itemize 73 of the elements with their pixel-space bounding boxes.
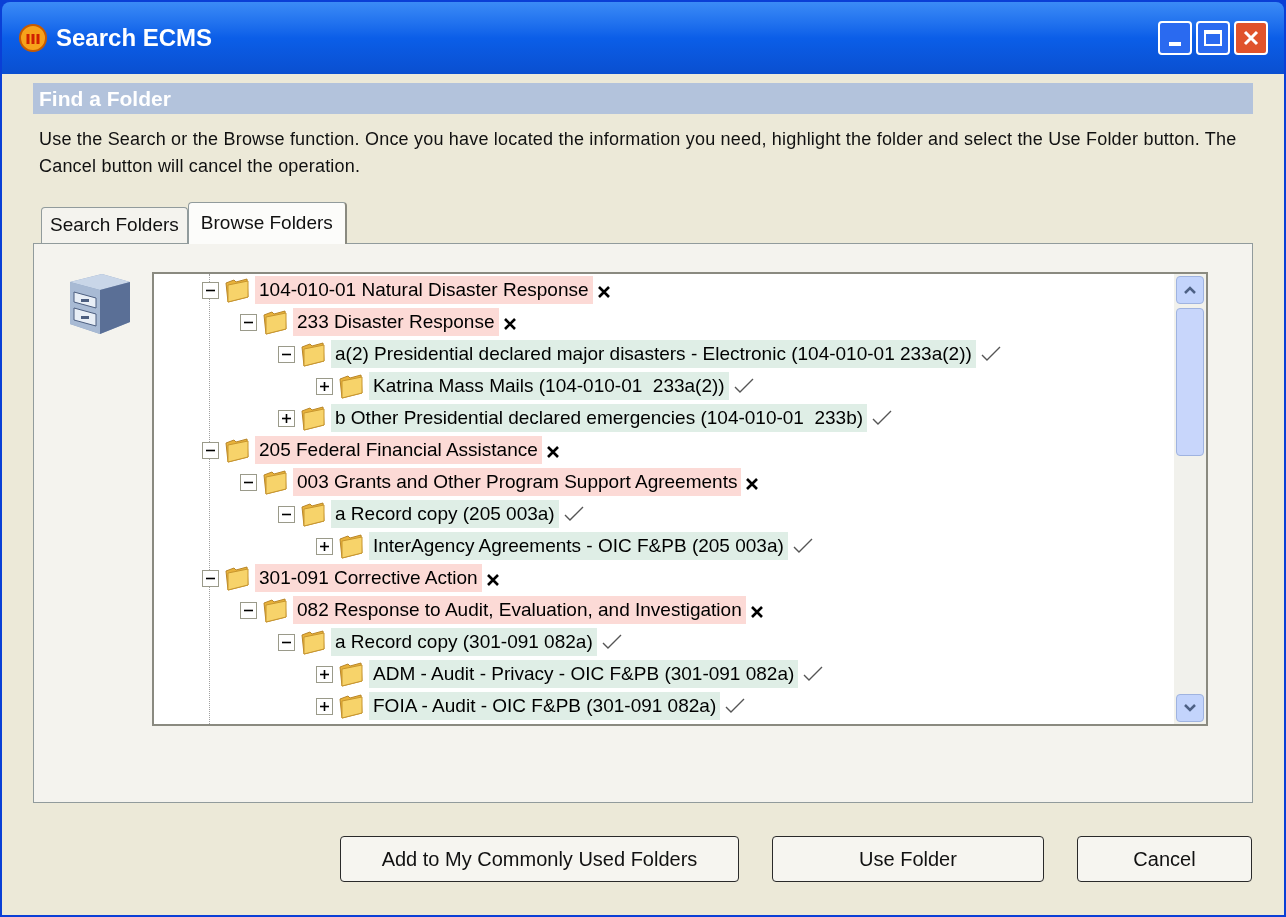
section-title: Find a Folder (39, 85, 171, 112)
expand-icon[interactable] (316, 697, 333, 715)
collapse-icon[interactable] (202, 569, 219, 587)
folder-label[interactable]: 003 Grants and Other Program Support Agreements (293, 468, 742, 496)
folder-icon (299, 500, 327, 528)
check-icon (791, 537, 814, 555)
folder-label[interactable]: a Record copy (205 003a) (331, 500, 559, 528)
close-icon (1242, 29, 1260, 47)
folder-icon (299, 340, 327, 368)
folder-label[interactable]: 205 Federal Financial Assistance (255, 436, 542, 464)
dialog-button[interactable]: Cancel (1077, 836, 1252, 882)
folder-icon (299, 404, 327, 432)
folder-label[interactable]: Katrina Mass Mails (104-010-01 233a(2)) (369, 372, 729, 400)
cross-icon (545, 445, 560, 459)
expand-icon[interactable] (316, 665, 333, 683)
folder-icon (261, 468, 289, 496)
folder-icon (223, 276, 251, 304)
check-icon (600, 633, 623, 651)
collapse-icon[interactable] (278, 505, 295, 523)
folder-icon (337, 660, 365, 688)
dialog-button[interactable]: Add to My Commonly Used Folders (340, 836, 739, 882)
scroll-up-button[interactable] (1176, 276, 1204, 304)
check-icon (871, 409, 894, 427)
expand-icon[interactable] (316, 377, 333, 395)
tab[interactable]: Browse Folders (187, 202, 347, 244)
check-icon (802, 665, 825, 683)
cross-icon (502, 317, 517, 331)
cross-icon (745, 477, 760, 491)
folder-icon (223, 564, 251, 592)
window-title: Search ECMS (56, 23, 213, 53)
tab[interactable]: Search Folders (41, 207, 188, 243)
folder-label[interactable]: a Record copy (301-091 082a) (331, 628, 597, 656)
folder-icon (261, 596, 289, 624)
minimize-button[interactable] (1158, 21, 1192, 55)
folder-label[interactable]: ADM - Audit - Privacy - OIC F&PB (301-091 082a) (369, 660, 799, 688)
collapse-icon[interactable] (278, 633, 295, 651)
folder-label[interactable]: 233 Disaster Response (293, 308, 499, 336)
folder-label[interactable]: 301-091 Corrective Action (255, 564, 482, 592)
folder-icon (223, 436, 251, 464)
folder-icon (337, 532, 365, 560)
dialog-button[interactable]: Use Folder (772, 836, 1044, 882)
scroll-thumb[interactable] (1176, 308, 1204, 456)
cross-icon (485, 573, 500, 587)
folder-icon (337, 372, 365, 400)
collapse-icon[interactable] (202, 441, 219, 459)
folder-icon (299, 628, 327, 656)
expand-icon[interactable] (316, 537, 333, 555)
collapse-icon[interactable] (240, 601, 257, 619)
folder-icon (337, 692, 365, 720)
folder-label[interactable]: 082 Response to Audit, Evaluation, and Investigation (293, 596, 746, 624)
folder-label[interactable]: a(2) Presidential declared major disasters - Electronic (104-010-01 233a(2)) (331, 340, 976, 368)
instructions-text: Use the Search or the Browse function. Once you have located the information you need, highlight the folder and select the Use Folder button. The Cancel button will cancel the operation. (38, 128, 1238, 178)
check-icon (724, 697, 747, 715)
scroll-down-button[interactable] (1176, 694, 1204, 722)
maximize-button[interactable] (1196, 21, 1230, 55)
collapse-icon[interactable] (202, 281, 219, 299)
check-icon (562, 505, 585, 523)
app-logo-icon (18, 23, 48, 53)
collapse-icon[interactable] (240, 313, 257, 331)
cross-icon (596, 285, 611, 299)
check-icon (732, 377, 755, 395)
cross-icon (749, 605, 764, 619)
folder-label[interactable]: b Other Presidential declared emergencies (104-010-01 233b) (331, 404, 868, 432)
collapse-icon[interactable] (278, 345, 295, 363)
collapse-icon[interactable] (240, 473, 257, 491)
scrollbar[interactable] (1174, 274, 1206, 724)
close-button[interactable] (1234, 21, 1268, 55)
expand-icon[interactable] (278, 409, 295, 427)
folder-label[interactable]: InterAgency Agreements - OIC F&PB (205 003a) (369, 532, 788, 560)
check-icon (979, 345, 1002, 363)
folder-label[interactable]: FOIA - Audit - OIC F&PB (301-091 082a) (369, 692, 721, 720)
folder-label[interactable]: 104-010-01 Natural Disaster Response (255, 276, 593, 304)
folder-icon (261, 308, 289, 336)
